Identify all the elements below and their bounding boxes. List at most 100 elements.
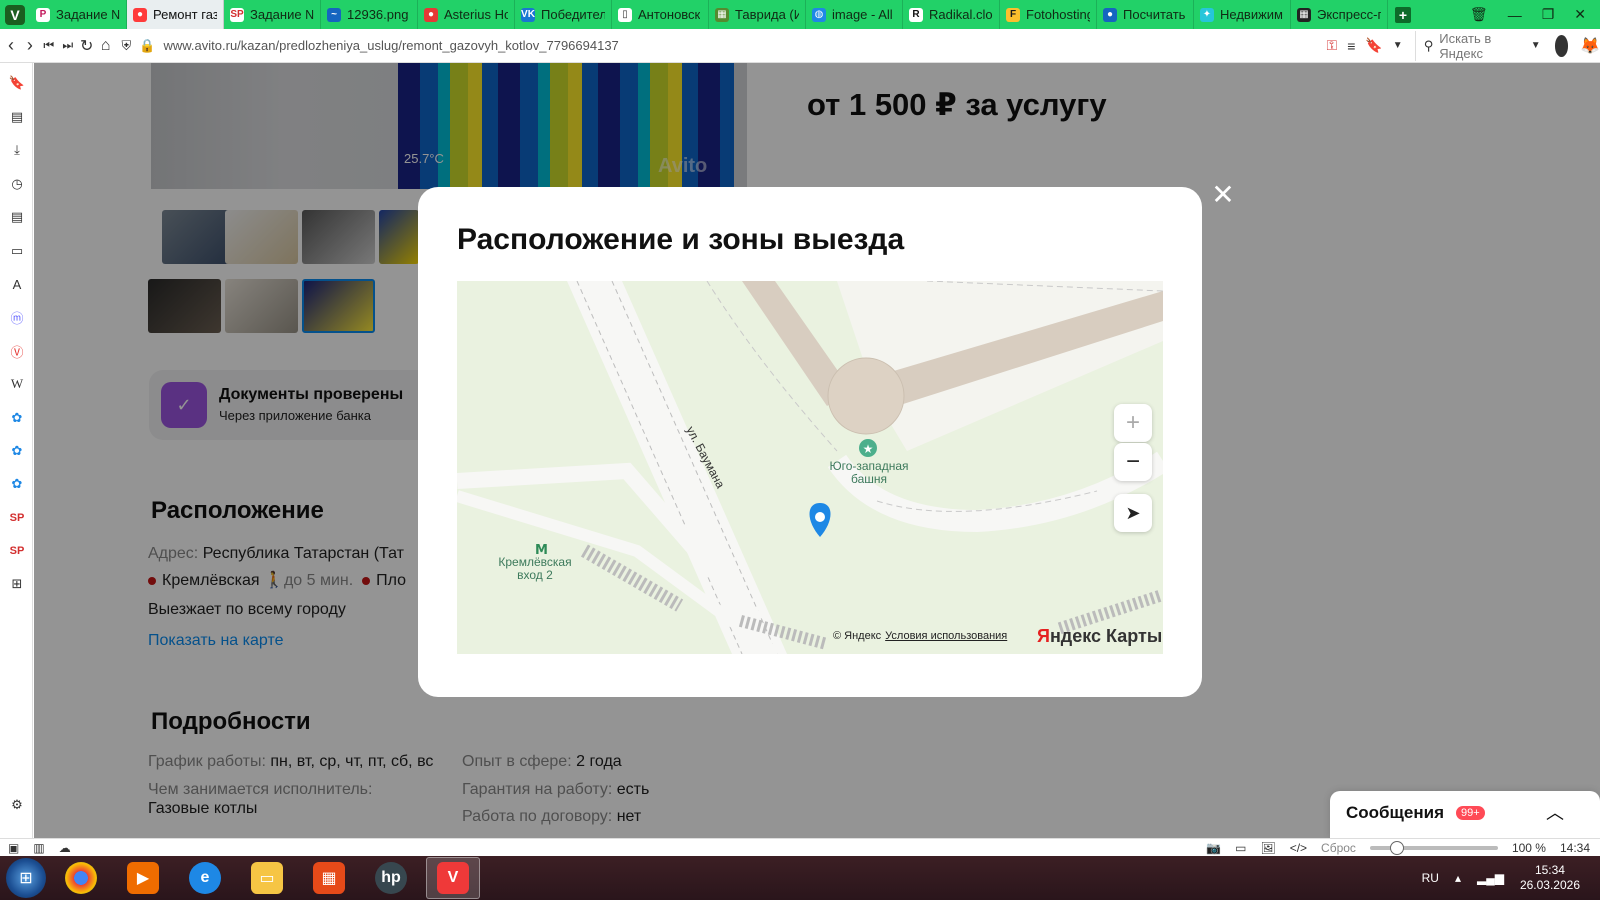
bookmark-icon[interactable]: 🔖 [1365, 37, 1382, 54]
browser-tab[interactable]: P Задание № [30, 0, 127, 29]
zoom-in-button[interactable]: + [1114, 404, 1152, 442]
add-panel-icon[interactable]: ⊞ [7, 574, 27, 594]
restore-button[interactable]: ❐ [1542, 6, 1555, 23]
clock-time: 15:34 [1534, 863, 1565, 877]
vivaldi-logo-icon: V [5, 4, 25, 25]
start-button[interactable]: ⊞ [6, 858, 46, 898]
hp-icon: hp [375, 862, 407, 894]
browser-tab[interactable]: ● Asterius Ho [418, 0, 515, 29]
messages-widget[interactable]: Сообщения 99+ ︿ [1330, 791, 1600, 838]
tower-label: Юго-западная башня [819, 460, 919, 486]
vivaldi-menu-button[interactable]: V [0, 0, 30, 29]
browser-tab[interactable]: F Fotohosting [1000, 0, 1097, 29]
cloud-sync-icon[interactable]: ☁ [59, 841, 71, 855]
reading-list-icon[interactable]: ▤ [7, 107, 27, 127]
sp-panel-icon-2[interactable]: SP [7, 541, 27, 561]
bookmarks-panel-icon[interactable]: 🔖 [7, 73, 27, 93]
yandex-map[interactable]: ★ M ул. Баумана Юго-западная башня Кремл… [457, 281, 1163, 654]
vivaldi-web-panel-icon[interactable]: Ⓥ [7, 341, 27, 361]
notes-icon[interactable]: ▤ [7, 207, 27, 227]
browser-tab[interactable]: ▯ Антоновск [612, 0, 709, 29]
web-panel-icon-3[interactable]: ✿ [7, 474, 27, 494]
zoom-slider-knob[interactable] [1389, 840, 1404, 855]
browser-tab[interactable]: ◍ image - All [806, 0, 903, 29]
modal-backdrop[interactable]: ✕ Расположение и зоны выезда ★ M ул. Бау… [34, 63, 1600, 838]
terms-link[interactable]: Условия использования [885, 630, 1007, 642]
network-signal-icon[interactable]: ▂▄▆ [1477, 871, 1504, 885]
browser-tab[interactable]: ▦ Экспресс-п [1291, 0, 1388, 29]
fast-forward-button[interactable]: ⏭ [60, 33, 76, 59]
web-panel-icon-1[interactable]: ✿ [7, 408, 27, 428]
browser-tab[interactable]: ▦ Таврида (И [709, 0, 806, 29]
browser-tab[interactable]: ~12936.png [321, 0, 418, 29]
tab-label: Таврида (И [735, 7, 799, 22]
control-panel-icon: ▦ [313, 862, 345, 894]
browser-side-panel: 🔖 ▤ ⤓ ◷ ▤ ▭ A ⓜ Ⓥ W ✿ ✿ ✿ SP SP ⊞ ⚙ [0, 63, 33, 838]
browser-tab[interactable]: SP Задание № [224, 0, 321, 29]
window-panel-icon[interactable]: ▭ [7, 241, 27, 261]
rewind-button[interactable]: ⏮ [41, 33, 57, 59]
language-indicator[interactable]: RU [1422, 871, 1439, 885]
yandex-maps-logo[interactable]: Яндекс Карты [1037, 626, 1162, 647]
code-icon[interactable]: </> [1290, 841, 1307, 855]
wikipedia-icon[interactable]: W [7, 374, 27, 394]
translate-icon[interactable]: A [7, 274, 27, 294]
taskbar-chrome[interactable] [54, 857, 108, 899]
browser-tab[interactable]: R Radikal.clou [903, 0, 1000, 29]
zoom-reset[interactable]: Сброс [1321, 841, 1356, 855]
shield-icon[interactable]: ⛨ [122, 38, 132, 54]
chevron-up-icon[interactable]: ︿ [1546, 799, 1564, 825]
downloads-icon[interactable]: ⤓ [7, 140, 27, 160]
tab-favicon-icon: F [1006, 7, 1020, 22]
taskbar-ie[interactable]: e [178, 857, 232, 899]
reader-icon[interactable]: ≡ [1347, 38, 1355, 54]
history-icon[interactable]: ◷ [7, 174, 27, 194]
reload-button[interactable]: ↻ [79, 33, 95, 59]
settings-gear-icon[interactable]: ⚙ [7, 795, 27, 815]
new-tab-button[interactable]: + [1388, 0, 1418, 29]
fox-extension-icon[interactable]: 🦊 [1580, 36, 1600, 56]
tab-label: Недвижим [1220, 7, 1283, 22]
tab-favicon-icon: VK [521, 7, 535, 22]
tab-label: Посчитать [1123, 7, 1186, 22]
profile-avatar[interactable] [1554, 34, 1569, 57]
web-page: 25.7°C Avito от 1 500 ₽ за услугу ✓ Доку… [34, 63, 1600, 838]
search-engine-dropdown[interactable]: ▼ [1531, 40, 1541, 51]
trash-icon[interactable]: 🗑 [1470, 6, 1488, 23]
browser-tab[interactable]: ✦ Недвижим [1194, 0, 1291, 29]
url-field[interactable]: ⛨ 🔒 www.avito.ru/kazan/predlozheniya_usl… [122, 38, 1082, 54]
geolocation-button[interactable]: ➤ [1114, 494, 1152, 532]
window-icon[interactable]: ▭ [1235, 841, 1246, 855]
search-icon: ⚲ [1423, 37, 1434, 53]
browser-tab[interactable]: VK Победител [515, 0, 612, 29]
back-button[interactable]: ‹ [3, 33, 19, 59]
minimize-button[interactable]: — [1508, 7, 1522, 23]
search-field[interactable]: ⚲ Искать в Яндекс ▼ [1414, 30, 1541, 61]
tray-expand-icon[interactable]: ▴ [1455, 871, 1461, 885]
browser-tab[interactable]: ● Ремонт газ [127, 0, 224, 29]
image-icon[interactable]: 🖼 [1260, 841, 1275, 855]
capture-icon[interactable]: 📷 [1206, 841, 1221, 855]
tile-icon[interactable]: ▥ [33, 841, 44, 855]
taskbar-hp[interactable]: hp [364, 857, 418, 899]
system-clock[interactable]: 15:34 26.03.2026 [1520, 863, 1580, 893]
zoom-out-button[interactable]: − [1114, 443, 1152, 481]
home-button[interactable]: ⌂ [98, 33, 114, 59]
sp-panel-icon-1[interactable]: SP [7, 508, 27, 528]
taskbar-media[interactable]: ▶ [116, 857, 170, 899]
browser-tab[interactable]: ● Посчитать [1097, 0, 1194, 29]
status-clock: 14:34 [1559, 840, 1590, 855]
mastodon-icon[interactable]: ⓜ [7, 307, 27, 327]
close-window-button[interactable]: ✕ [1574, 6, 1586, 23]
zoom-slider[interactable] [1369, 840, 1498, 855]
chevron-down-icon[interactable]: ▼ [1393, 40, 1403, 51]
web-panel-icon-2[interactable]: ✿ [7, 441, 27, 461]
messages-badge: 99+ [1456, 806, 1485, 820]
close-modal-button[interactable]: ✕ [1208, 179, 1238, 210]
panel-toggle-icon[interactable]: ▣ [8, 841, 19, 855]
taskbar-app-5[interactable]: ▦ [302, 857, 356, 899]
taskbar-vivaldi[interactable]: V [426, 857, 480, 899]
taskbar-explorer[interactable]: ▭ [240, 857, 294, 899]
forward-button[interactable]: › [22, 33, 38, 59]
key-icon[interactable]: ⚿ [1327, 37, 1338, 54]
